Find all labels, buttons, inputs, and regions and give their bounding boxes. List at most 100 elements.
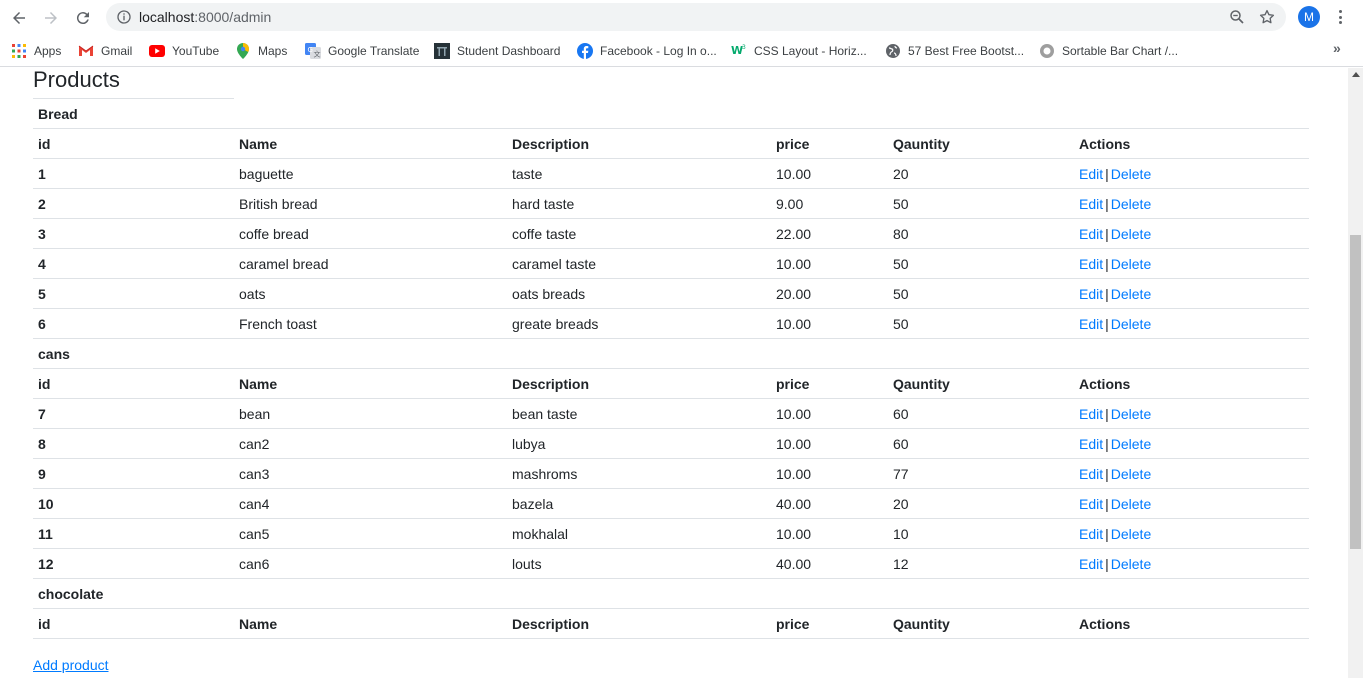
- column-header-name: Name: [234, 368, 507, 399]
- product-price: 20.00: [771, 278, 888, 309]
- vertical-scrollbar[interactable]: [1348, 68, 1363, 678]
- bookmark-maps[interactable]: Maps: [235, 42, 287, 60]
- edit-link[interactable]: Edit: [1079, 286, 1103, 302]
- bookmark-css-layout[interactable]: W3 CSS Layout - Horiz...: [731, 42, 867, 60]
- product-quantity: 10: [888, 518, 1074, 549]
- star-icon[interactable]: [1258, 8, 1276, 26]
- empty-cell: [507, 339, 771, 369]
- product-name: can2: [234, 428, 507, 459]
- table-row: 2 British bread hard taste 9.00 50 Edit | Delet…: [33, 188, 1309, 219]
- delete-link[interactable]: Delete: [1111, 286, 1151, 302]
- delete-link[interactable]: Delete: [1111, 226, 1151, 242]
- bookmark-youtube[interactable]: YouTube: [149, 42, 219, 60]
- column-header-actions: Actions: [1074, 368, 1309, 399]
- product-id: 10: [33, 488, 234, 519]
- svg-text:3: 3: [742, 44, 746, 51]
- table-row: 10 can4 bazela 40.00 20 Edit | Delete: [33, 488, 1309, 519]
- edit-link[interactable]: Edit: [1079, 526, 1103, 542]
- empty-cell: [1074, 99, 1309, 129]
- product-description: greate breads: [507, 308, 771, 339]
- empty-cell: [1074, 579, 1309, 609]
- bookmark-facebook[interactable]: Facebook - Log In o...: [577, 42, 717, 60]
- address-bar[interactable]: localhost:8000/admin: [106, 3, 1286, 31]
- edit-link[interactable]: Edit: [1079, 226, 1103, 242]
- w3schools-icon: W3: [731, 43, 747, 59]
- delete-link[interactable]: Delete: [1111, 556, 1151, 572]
- product-id: 12: [33, 548, 234, 579]
- delete-link[interactable]: Delete: [1111, 466, 1151, 482]
- edit-link[interactable]: Edit: [1079, 316, 1103, 332]
- product-quantity: 50: [888, 278, 1074, 309]
- table-header-row: id Name Description price Qauntity Actions: [33, 368, 1309, 399]
- apps-grid-icon: [11, 43, 27, 59]
- bookmarks-bar: Apps Gmail YouTube Maps G文 Google Transl…: [0, 35, 1363, 67]
- delete-link[interactable]: Delete: [1111, 196, 1151, 212]
- edit-link[interactable]: Edit: [1079, 406, 1103, 422]
- product-price: 10.00: [771, 458, 888, 489]
- delete-link[interactable]: Delete: [1111, 406, 1151, 422]
- add-product-link[interactable]: Add product: [33, 657, 109, 673]
- action-separator: |: [1105, 315, 1109, 332]
- edit-link[interactable]: Edit: [1079, 496, 1103, 512]
- product-price: 10.00: [771, 518, 888, 549]
- column-header-description: Description: [507, 608, 771, 639]
- bookmarks-overflow-icon[interactable]: »: [1333, 40, 1341, 56]
- empty-cell: [507, 579, 771, 609]
- table-row: 11 can5 mokhalal 10.00 10 Edit | Delete: [33, 518, 1309, 549]
- profile-avatar[interactable]: M: [1298, 6, 1320, 28]
- product-actions: Edit | Delete: [1074, 518, 1309, 549]
- column-header-description: Description: [507, 368, 771, 399]
- edit-link[interactable]: Edit: [1079, 196, 1103, 212]
- facebook-icon: [577, 43, 593, 59]
- delete-link[interactable]: Delete: [1111, 496, 1151, 512]
- forward-button[interactable]: [38, 5, 64, 31]
- category-row: cans: [33, 338, 1309, 369]
- circle-icon: [1039, 43, 1055, 59]
- edit-link[interactable]: Edit: [1079, 256, 1103, 272]
- bookmark-apps[interactable]: Apps: [11, 42, 61, 60]
- delete-link[interactable]: Delete: [1111, 316, 1151, 332]
- bookmark-student-dashboard[interactable]: Student Dashboard: [434, 42, 560, 60]
- product-quantity: 50: [888, 188, 1074, 219]
- delete-link[interactable]: Delete: [1111, 166, 1151, 182]
- column-header-name: Name: [234, 128, 507, 159]
- product-name: bean: [234, 398, 507, 429]
- bookmark-google-translate[interactable]: G文 Google Translate: [305, 42, 419, 60]
- product-name: coffe bread: [234, 218, 507, 249]
- back-button[interactable]: [6, 5, 32, 31]
- edit-link[interactable]: Edit: [1079, 166, 1103, 182]
- delete-link[interactable]: Delete: [1111, 256, 1151, 272]
- edit-link[interactable]: Edit: [1079, 556, 1103, 572]
- url-text[interactable]: localhost:8000/admin: [139, 9, 271, 25]
- reload-button[interactable]: [70, 5, 96, 31]
- column-header-quantity: Qauntity: [888, 368, 1074, 399]
- column-header-actions: Actions: [1074, 128, 1309, 159]
- product-price: 10.00: [771, 158, 888, 189]
- product-description: bazela: [507, 488, 771, 519]
- table-row: 3 coffe bread coffe taste 22.00 80 Edit | Delet…: [33, 218, 1309, 249]
- info-icon[interactable]: [116, 9, 132, 25]
- edit-link[interactable]: Edit: [1079, 466, 1103, 482]
- bookmark-sortable-bar-chart[interactable]: Sortable Bar Chart /...: [1039, 42, 1178, 60]
- category-name: Bread: [33, 98, 234, 129]
- scroll-up-arrow-icon[interactable]: [1352, 72, 1360, 77]
- action-separator: |: [1105, 465, 1109, 482]
- product-id: 5: [33, 278, 234, 309]
- column-header-name: Name: [234, 608, 507, 639]
- product-price: 10.00: [771, 398, 888, 429]
- bookmark-bootstrap[interactable]: 57 Best Free Bootst...: [885, 42, 1024, 60]
- edit-link[interactable]: Edit: [1079, 436, 1103, 452]
- product-price: 9.00: [771, 188, 888, 219]
- scrollbar-thumb[interactable]: [1350, 235, 1361, 549]
- category-row: Bread: [33, 98, 1309, 129]
- menu-icon[interactable]: [1333, 8, 1347, 26]
- zoom-icon[interactable]: [1228, 8, 1246, 26]
- globe-icon: [885, 43, 901, 59]
- column-header-price: price: [771, 608, 888, 639]
- table-row: 4 caramel bread caramel taste 10.00 50 Edit | D…: [33, 248, 1309, 279]
- product-description: hard taste: [507, 188, 771, 219]
- delete-link[interactable]: Delete: [1111, 436, 1151, 452]
- product-description: caramel taste: [507, 248, 771, 279]
- bookmark-gmail[interactable]: Gmail: [78, 42, 132, 60]
- delete-link[interactable]: Delete: [1111, 526, 1151, 542]
